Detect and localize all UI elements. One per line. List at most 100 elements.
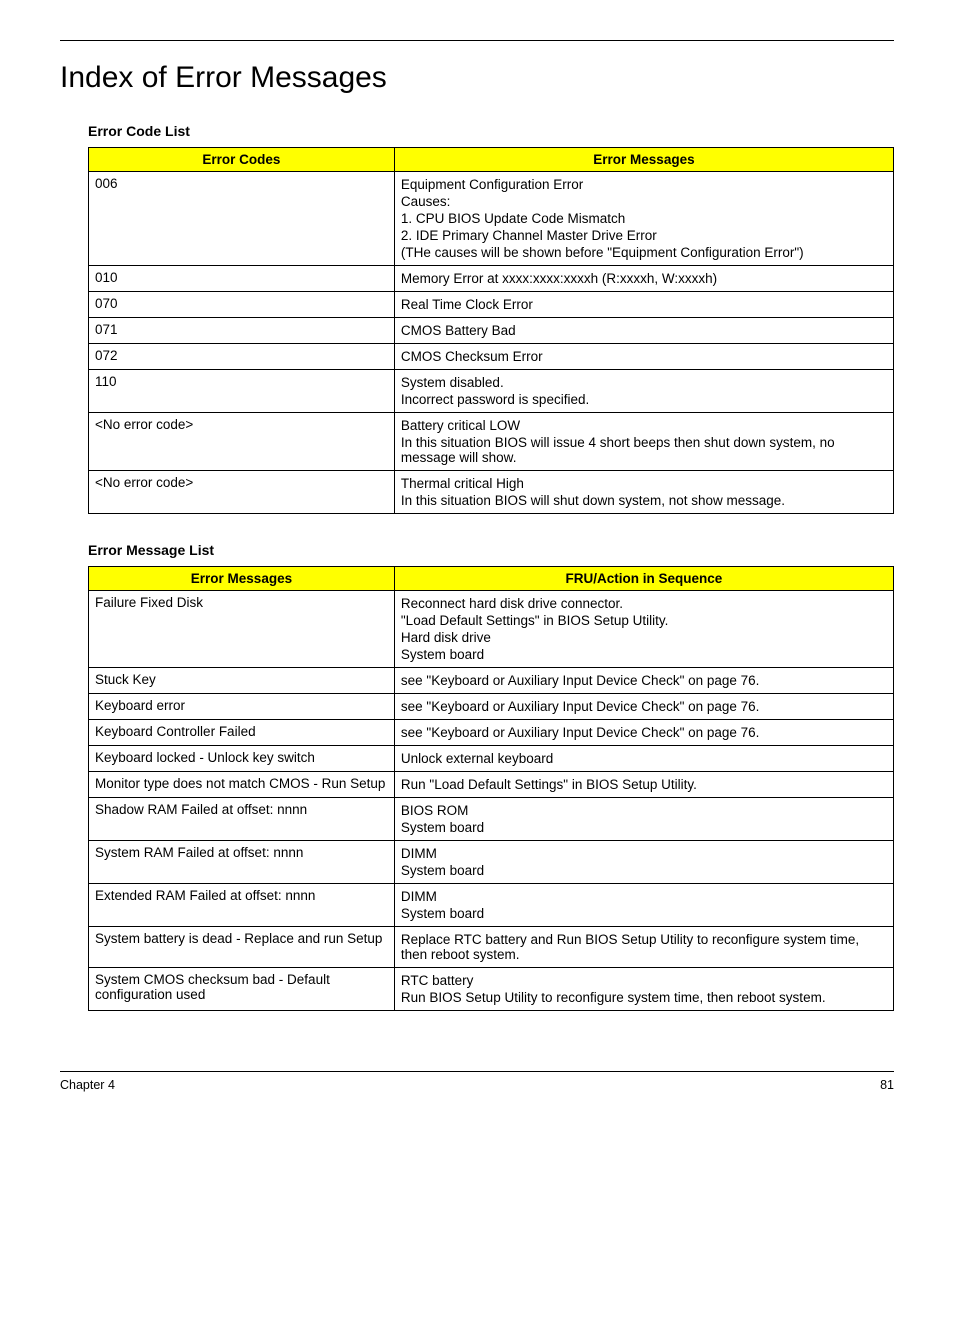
table-row: Monitor type does not match CMOS - Run S… (89, 772, 894, 798)
cell-line: "Load Default Settings" in BIOS Setup Ut… (401, 612, 887, 629)
cell-value: CMOS Battery Bad (394, 318, 893, 344)
cell-line: see "Keyboard or Auxiliary Input Device … (401, 724, 887, 741)
table-row: System CMOS checksum bad - Default confi… (89, 968, 894, 1011)
cell-line: System board (401, 646, 887, 663)
cell-key: 110 (89, 370, 395, 413)
cell-key: Stuck Key (89, 668, 395, 694)
cell-key: System CMOS checksum bad - Default confi… (89, 968, 395, 1011)
cell-key: 010 (89, 266, 395, 292)
table1-caption: Error Code List (88, 123, 894, 139)
cell-value: see "Keyboard or Auxiliary Input Device … (394, 720, 893, 746)
cell-line: Hard disk drive (401, 629, 887, 646)
cell-value: Unlock external keyboard (394, 746, 893, 772)
table-row: Stuck Key see "Keyboard or Auxiliary Inpu… (89, 668, 894, 694)
cell-value: RTC batteryRun BIOS Setup Utility to rec… (394, 968, 893, 1011)
cell-line: System board (401, 905, 887, 922)
cell-key: Keyboard locked - Unlock key switch (89, 746, 395, 772)
cell-value: Run "Load Default Settings" in BIOS Setu… (394, 772, 893, 798)
cell-value: Memory Error at xxxx:xxxx:xxxxh (R:xxxxh… (394, 266, 893, 292)
table-row: 006 Equipment Configuration ErrorCauses:1… (89, 172, 894, 266)
cell-value: Reconnect hard disk drive connector."Loa… (394, 591, 893, 668)
cell-value: CMOS Checksum Error (394, 344, 893, 370)
table-row: Keyboard locked - Unlock key switchUnloc… (89, 746, 894, 772)
cell-key: <No error code> (89, 413, 395, 471)
cell-key: Monitor type does not match CMOS - Run S… (89, 772, 395, 798)
cell-key: 006 (89, 172, 395, 266)
footer-right: 81 (880, 1078, 894, 1092)
table-row: System RAM Failed at offset: nnnnDIMMSys… (89, 841, 894, 884)
table2-header-0: Error Messages (89, 567, 395, 591)
cell-key: Extended RAM Failed at offset: nnnn (89, 884, 395, 927)
cell-line: DIMM (401, 888, 887, 905)
table-row: 110System disabled.Incorrect password is… (89, 370, 894, 413)
cell-value: Real Time Clock Error (394, 292, 893, 318)
footer: Chapter 4 81 (60, 1071, 894, 1092)
cell-line: In this situation BIOS will issue 4 shor… (401, 434, 887, 466)
cell-key: System RAM Failed at offset: nnnn (89, 841, 395, 884)
table-row: 010 Memory Error at xxxx:xxxx:xxxxh (R:xx… (89, 266, 894, 292)
cell-value: Thermal critical HighIn this situation B… (394, 471, 893, 514)
cell-line: System board (401, 819, 887, 836)
cell-line: Battery critical LOW (401, 417, 887, 434)
table-row: 072 CMOS Checksum Error (89, 344, 894, 370)
cell-value: DIMMSystem board (394, 884, 893, 927)
cell-line: Real Time Clock Error (401, 296, 887, 313)
cell-line: DIMM (401, 845, 887, 862)
cell-key: System battery is dead - Replace and run… (89, 927, 395, 968)
cell-key: 072 (89, 344, 395, 370)
cell-value: System disabled.Incorrect password is sp… (394, 370, 893, 413)
page-title: Index of Error Messages (60, 61, 894, 95)
cell-line: CMOS Battery Bad (401, 322, 887, 339)
cell-key: Shadow RAM Failed at offset: nnnn (89, 798, 395, 841)
table1-header-0: Error Codes (89, 148, 395, 172)
error-message-table: Error Messages FRU/Action in Sequence Fa… (88, 566, 894, 1011)
table-row: <No error code>Thermal critical HighIn t… (89, 471, 894, 514)
cell-line: System board (401, 862, 887, 879)
cell-line: Run "Load Default Settings" in BIOS Setu… (401, 776, 887, 793)
top-rule (60, 40, 894, 41)
cell-line: System disabled. (401, 374, 887, 391)
cell-line: Thermal critical High (401, 475, 887, 492)
table-row: Failure Fixed DiskReconnect hard disk dr… (89, 591, 894, 668)
table-row: Extended RAM Failed at offset: nnnnDIMMS… (89, 884, 894, 927)
cell-line: see "Keyboard or Auxiliary Input Device … (401, 698, 887, 715)
cell-key: 071 (89, 318, 395, 344)
cell-value: see "Keyboard or Auxiliary Input Device … (394, 668, 893, 694)
cell-line: In this situation BIOS will shut down sy… (401, 492, 887, 509)
cell-line: CMOS Checksum Error (401, 348, 887, 365)
cell-line: BIOS ROM (401, 802, 887, 819)
table-row: Keyboard Controller Failed see "Keyboard … (89, 720, 894, 746)
cell-line: 1. CPU BIOS Update Code Mismatch (401, 210, 887, 227)
table2-caption: Error Message List (88, 542, 894, 558)
error-code-table: Error Codes Error Messages 006 Equipment … (88, 147, 894, 514)
table-row: 071 CMOS Battery Bad (89, 318, 894, 344)
table2-header-1: FRU/Action in Sequence (394, 567, 893, 591)
table-row: Shadow RAM Failed at offset: nnnnBIOS RO… (89, 798, 894, 841)
cell-line: Run BIOS Setup Utility to reconfigure sy… (401, 989, 887, 1006)
cell-value: DIMMSystem board (394, 841, 893, 884)
cell-line: Causes: (401, 193, 887, 210)
cell-line: 2. IDE Primary Channel Master Drive Erro… (401, 227, 887, 244)
cell-key: Keyboard error (89, 694, 395, 720)
cell-key: Failure Fixed Disk (89, 591, 395, 668)
table-row: <No error code>Battery critical LOWIn th… (89, 413, 894, 471)
cell-value: Replace RTC battery and Run BIOS Setup U… (394, 927, 893, 968)
cell-line: RTC battery (401, 972, 887, 989)
cell-key: <No error code> (89, 471, 395, 514)
cell-value: Battery critical LOWIn this situation BI… (394, 413, 893, 471)
cell-line: Reconnect hard disk drive connector. (401, 595, 887, 612)
table1-header-1: Error Messages (394, 148, 893, 172)
cell-value: BIOS ROMSystem board (394, 798, 893, 841)
cell-line: Memory Error at xxxx:xxxx:xxxxh (R:xxxxh… (401, 270, 887, 287)
cell-line: (THe causes will be shown before "Equipm… (401, 244, 887, 261)
cell-key: Keyboard Controller Failed (89, 720, 395, 746)
cell-line: see "Keyboard or Auxiliary Input Device … (401, 672, 887, 689)
cell-line: Incorrect password is specified. (401, 391, 887, 408)
cell-line: Replace RTC battery and Run BIOS Setup U… (401, 931, 887, 963)
cell-key: 070 (89, 292, 395, 318)
footer-left: Chapter 4 (60, 1078, 115, 1092)
cell-value: see "Keyboard or Auxiliary Input Device … (394, 694, 893, 720)
cell-line: Equipment Configuration Error (401, 176, 887, 193)
table-row: 070 Real Time Clock Error (89, 292, 894, 318)
table-row: Keyboard error see "Keyboard or Auxiliary… (89, 694, 894, 720)
